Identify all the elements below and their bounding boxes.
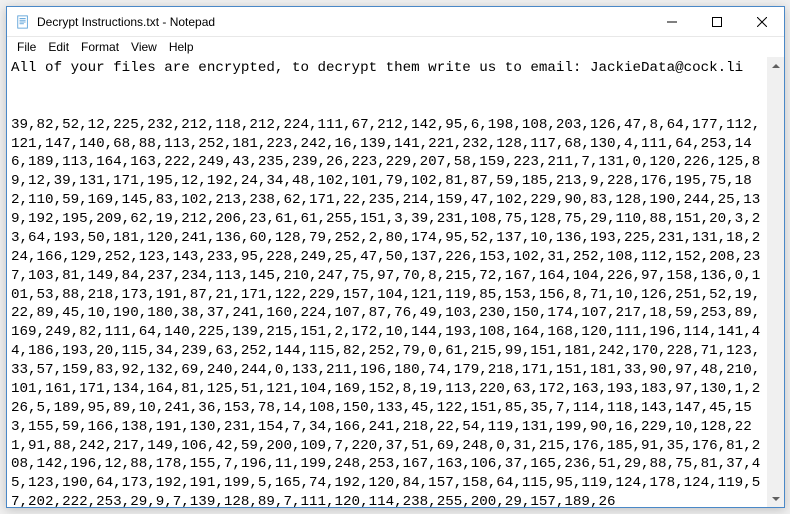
text-editor[interactable]: All of your files are encrypted, to decr… [7, 57, 767, 507]
scroll-down-arrow[interactable] [768, 490, 784, 507]
titlebar: Decrypt Instructions.txt - Notepad [7, 7, 784, 37]
menu-view[interactable]: View [125, 39, 163, 55]
notepad-window: Decrypt Instructions.txt - Notepad File … [6, 6, 785, 508]
content-area: All of your files are encrypted, to decr… [7, 57, 784, 507]
close-button[interactable] [739, 7, 784, 36]
notepad-icon [15, 14, 31, 30]
menu-file[interactable]: File [11, 39, 42, 55]
window-title: Decrypt Instructions.txt - Notepad [37, 15, 649, 29]
menu-edit[interactable]: Edit [42, 39, 75, 55]
scroll-track[interactable] [768, 74, 784, 490]
menubar: File Edit Format View Help [7, 37, 784, 57]
menu-help[interactable]: Help [163, 39, 200, 55]
menu-format[interactable]: Format [75, 39, 125, 55]
scroll-up-arrow[interactable] [768, 57, 784, 74]
minimize-button[interactable] [649, 7, 694, 36]
window-controls [649, 7, 784, 36]
vertical-scrollbar[interactable] [767, 57, 784, 507]
maximize-button[interactable] [694, 7, 739, 36]
